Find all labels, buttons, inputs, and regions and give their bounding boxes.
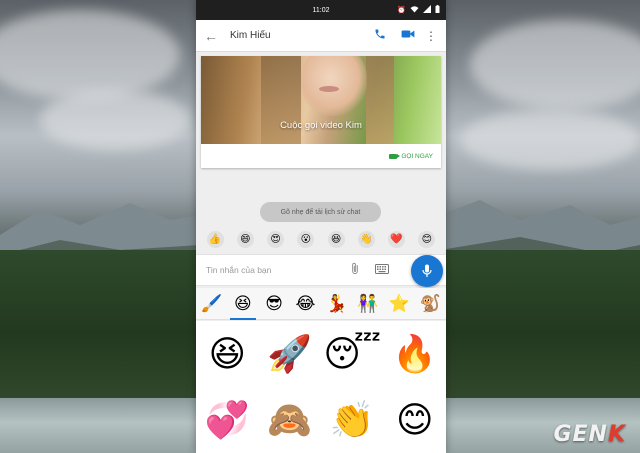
cloud xyxy=(460,110,640,170)
happy-reaction[interactable]: 😊 xyxy=(418,231,436,248)
status-bar: 11:02 ⏰ xyxy=(196,0,446,20)
sticker-tab-character-1[interactable]: 💃 xyxy=(324,290,350,318)
video-camera-icon xyxy=(389,153,401,159)
sticker-laughing[interactable]: 😆 xyxy=(208,334,246,374)
call-now-button[interactable]: GỌI NGAY xyxy=(201,144,441,168)
video-call-card[interactable]: Cuộc gọi video Kim GỌI NGAY xyxy=(201,56,441,168)
conversation-app-bar: ← Kim Hiếu ⋮ xyxy=(196,20,446,52)
sticker-revolving-hearts[interactable]: 💞 xyxy=(205,400,250,440)
sticker-clapping-hands[interactable]: 👏 xyxy=(330,400,375,440)
video-call-title: Cuộc gọi video Kim xyxy=(280,120,362,131)
sticker-rocket[interactable]: 🚀 xyxy=(267,334,312,374)
phone-screen: 11:02 ⏰ ← Kim Hiếu ⋮ Cuộc gọi video Kim … xyxy=(196,0,446,453)
wave-reaction[interactable]: 👋 xyxy=(357,231,375,248)
alarm-icon: ⏰ xyxy=(397,7,406,14)
video-preview-lips xyxy=(319,86,339,92)
sticker-tabs: 🖌️ 😆 😎 😂 💃 👫 ⭐ 🐒 xyxy=(196,288,446,320)
sticker-tab-character-3[interactable]: 🐒 xyxy=(417,290,443,318)
call-now-label: GỌI NGAY xyxy=(401,152,433,160)
load-history-label: Gõ nhẹ để tải lịch sử chat xyxy=(280,208,361,216)
sticker-tab-brush[interactable]: 🖌️ xyxy=(199,290,225,318)
sticker-tab-tears-of-joy[interactable]: 😂 xyxy=(292,290,318,318)
contact-name: Kim Hiếu xyxy=(230,30,271,41)
quick-reaction-row: 👍 😄 😍 😮 😆 👋 ❤️ 😊 xyxy=(200,231,442,249)
battery-icon xyxy=(435,5,440,17)
sticker-tab-cool[interactable]: 😎 xyxy=(261,290,287,318)
sticker-sleeping[interactable]: 😴 xyxy=(323,334,381,374)
sticker-tab-star[interactable]: ⭐ xyxy=(386,290,412,318)
video-camera-icon[interactable] xyxy=(398,28,418,43)
heart-reaction[interactable]: ❤️ xyxy=(388,231,406,248)
message-input[interactable] xyxy=(206,265,336,275)
surprised-reaction[interactable]: 😮 xyxy=(297,231,315,248)
cloud xyxy=(470,20,640,110)
sticker-tab-smiley[interactable]: 😆 xyxy=(229,290,256,320)
sticker-tab-character-2[interactable]: 👫 xyxy=(355,290,381,318)
cloud xyxy=(40,90,190,150)
sticker-blushing[interactable]: 😊 xyxy=(396,400,434,440)
sticker-grid: 😆 🚀 😴 🔥 💞 🙈 👏 😊 xyxy=(196,321,446,453)
message-composer xyxy=(196,254,446,287)
wifi-icon xyxy=(410,5,419,17)
sticker-fire[interactable]: 🔥 xyxy=(392,334,437,374)
heart-eyes-reaction[interactable]: 😍 xyxy=(267,231,285,248)
status-time: 11:02 xyxy=(312,6,330,14)
watermark-logo: GENK xyxy=(553,422,626,447)
laugh-reaction[interactable]: 😆 xyxy=(327,231,345,248)
microphone-icon[interactable] xyxy=(411,255,443,287)
phone-icon[interactable] xyxy=(370,28,390,43)
thumbs-up-reaction[interactable]: 👍 xyxy=(206,231,224,248)
back-arrow-icon[interactable]: ← xyxy=(204,28,220,44)
more-vert-icon[interactable]: ⋮ xyxy=(424,29,438,43)
sticker-see-no-evil-monkey[interactable]: 🙈 xyxy=(267,400,312,440)
video-preview: Cuộc gọi video Kim xyxy=(201,56,441,144)
keyboard-icon[interactable] xyxy=(372,263,392,277)
paperclip-icon[interactable] xyxy=(346,262,364,278)
cloud xyxy=(0,10,180,100)
signal-icon xyxy=(423,5,431,17)
grin-reaction[interactable]: 😄 xyxy=(236,231,254,248)
load-history-chip[interactable]: Gõ nhẹ để tải lịch sử chat xyxy=(260,202,381,222)
status-icons: ⏰ xyxy=(397,5,440,17)
